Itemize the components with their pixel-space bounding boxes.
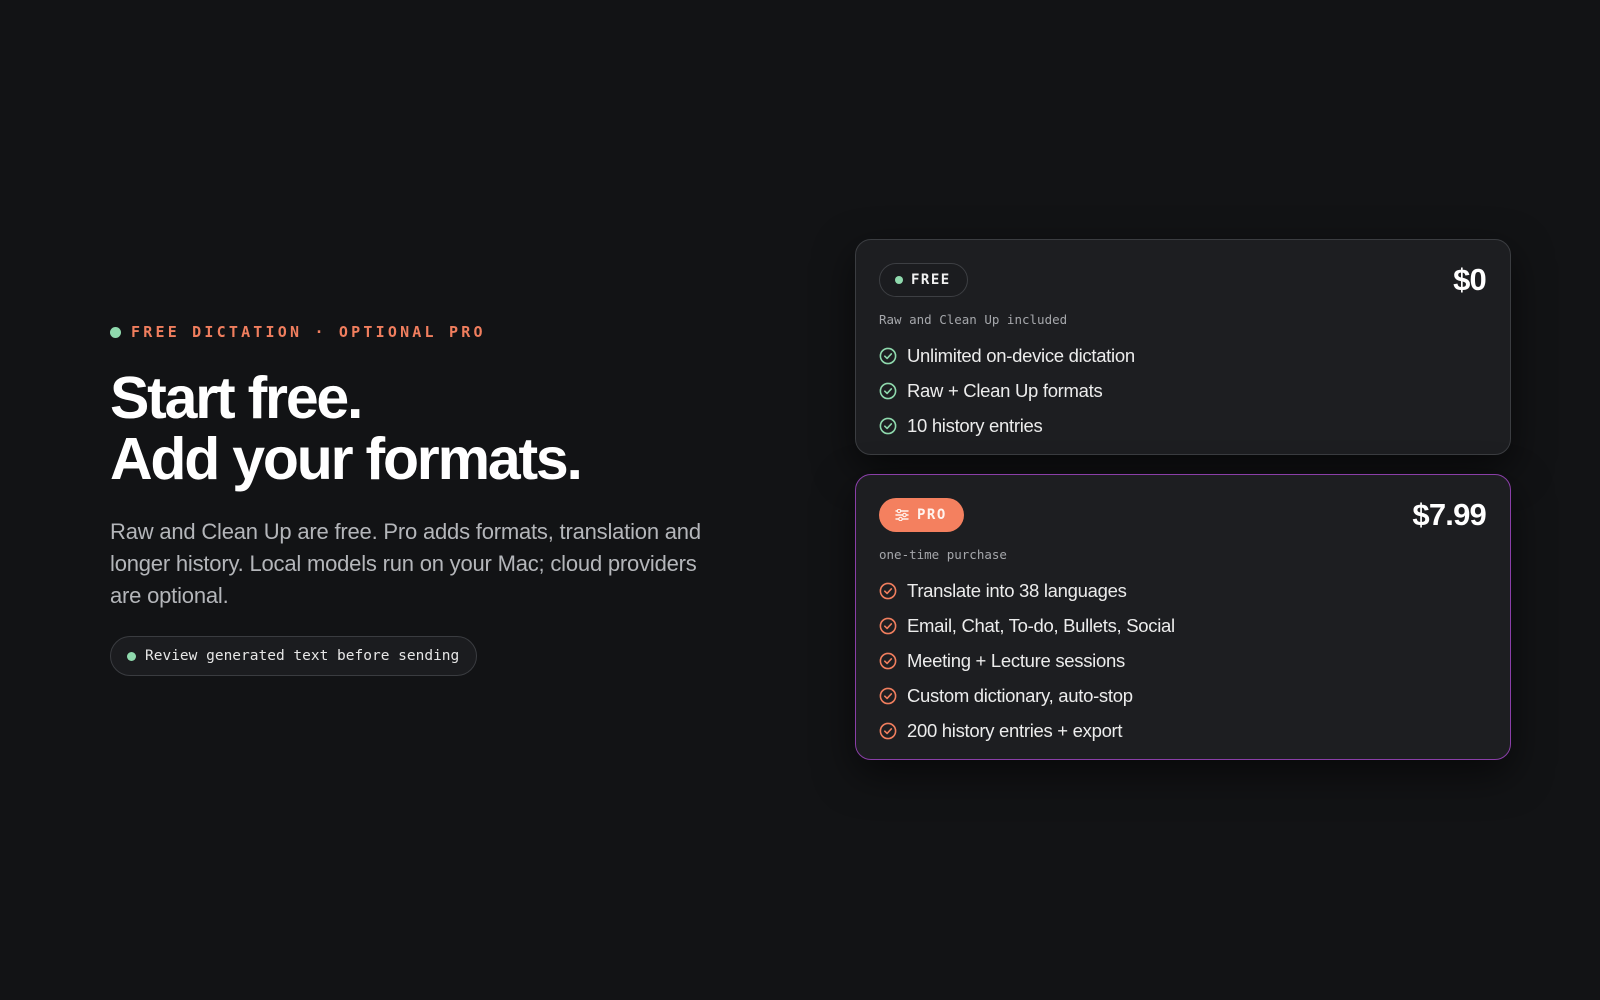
free-feature-item: 10 history entries — [879, 408, 1486, 443]
free-plan-subtitle: Raw and Clean Up included — [879, 312, 1068, 327]
free-plan-card[interactable]: FREE $0 Raw and Clean Up included Unlimi… — [855, 239, 1511, 455]
status-dot-icon — [110, 326, 121, 338]
pro-feature-item: 200 history entries + export — [879, 713, 1486, 748]
review-note-text: Review generated text before sending — [145, 648, 460, 664]
free-feature-text: 10 history entries — [907, 414, 1043, 436]
pro-feature-item: Translate into 38 languages — [879, 573, 1486, 608]
check-circle-icon — [879, 417, 897, 434]
hero: FREE DICTATION · OPTIONAL PRO Start free… — [110, 322, 750, 676]
eyebrow-text: FREE DICTATION · OPTIONAL PRO — [131, 323, 486, 341]
lede-paragraph: Raw and Clean Up are free. Pro adds form… — [110, 519, 701, 608]
status-dot-icon — [895, 275, 903, 284]
pro-plan-subtitle: one-time purchase — [879, 547, 1007, 562]
free-badge-label: FREE — [911, 271, 951, 288]
check-circle-icon — [879, 722, 897, 739]
pro-plan-card[interactable]: PRO $7.99 one-time purchase Translate in… — [855, 474, 1511, 760]
check-circle-icon — [879, 652, 897, 669]
status-dot-icon — [127, 651, 136, 661]
free-feature-text: Raw + Clean Up formats — [907, 379, 1103, 401]
free-feature-item: Raw + Clean Up formats — [879, 373, 1486, 408]
free-feature-list: Unlimited on-device dictation Raw + Clea… — [879, 338, 1486, 443]
check-circle-icon — [879, 347, 897, 364]
pro-feature-text: Translate into 38 languages — [907, 579, 1127, 601]
headline-line-2: Add your formats. — [110, 426, 583, 492]
check-circle-icon — [879, 617, 897, 634]
pro-badge: PRO — [879, 497, 964, 532]
pro-feature-list: Translate into 38 languages Email, Chat,… — [879, 573, 1486, 748]
check-circle-icon — [879, 687, 897, 704]
pro-feature-text: Custom dictionary, auto-stop — [907, 684, 1133, 706]
pro-feature-item: Meeting + Lecture sessions — [879, 643, 1486, 678]
pro-badge-label: PRO — [917, 506, 947, 523]
pro-price: $7.99 — [1412, 496, 1486, 532]
pro-plan-header: PRO $7.99 — [879, 496, 1487, 532]
free-feature-text: Unlimited on-device dictation — [907, 344, 1135, 366]
check-circle-icon — [879, 582, 897, 599]
sliders-icon — [895, 508, 909, 521]
pro-feature-item: Email, Chat, To-do, Bullets, Social — [879, 608, 1486, 643]
pricing-section: FREE DICTATION · OPTIONAL PRO Start free… — [0, 0, 1600, 1000]
free-price: $0 — [1453, 261, 1487, 297]
review-note-pill: Review generated text before sending — [110, 636, 478, 676]
check-circle-icon — [879, 382, 897, 399]
pro-feature-text: Email, Chat, To-do, Bullets, Social — [907, 614, 1175, 636]
pro-feature-text: Meeting + Lecture sessions — [907, 649, 1125, 671]
pro-feature-item: Custom dictionary, auto-stop — [879, 678, 1486, 713]
headline: Start free. Add your formats. — [110, 368, 750, 490]
free-badge: FREE — [879, 262, 968, 297]
free-feature-item: Unlimited on-device dictation — [879, 338, 1486, 373]
pro-feature-text: 200 history entries + export — [907, 719, 1123, 741]
eyebrow: FREE DICTATION · OPTIONAL PRO — [110, 322, 750, 342]
headline-line-1: Start free. — [110, 365, 363, 431]
free-plan-header: FREE $0 — [879, 261, 1487, 297]
